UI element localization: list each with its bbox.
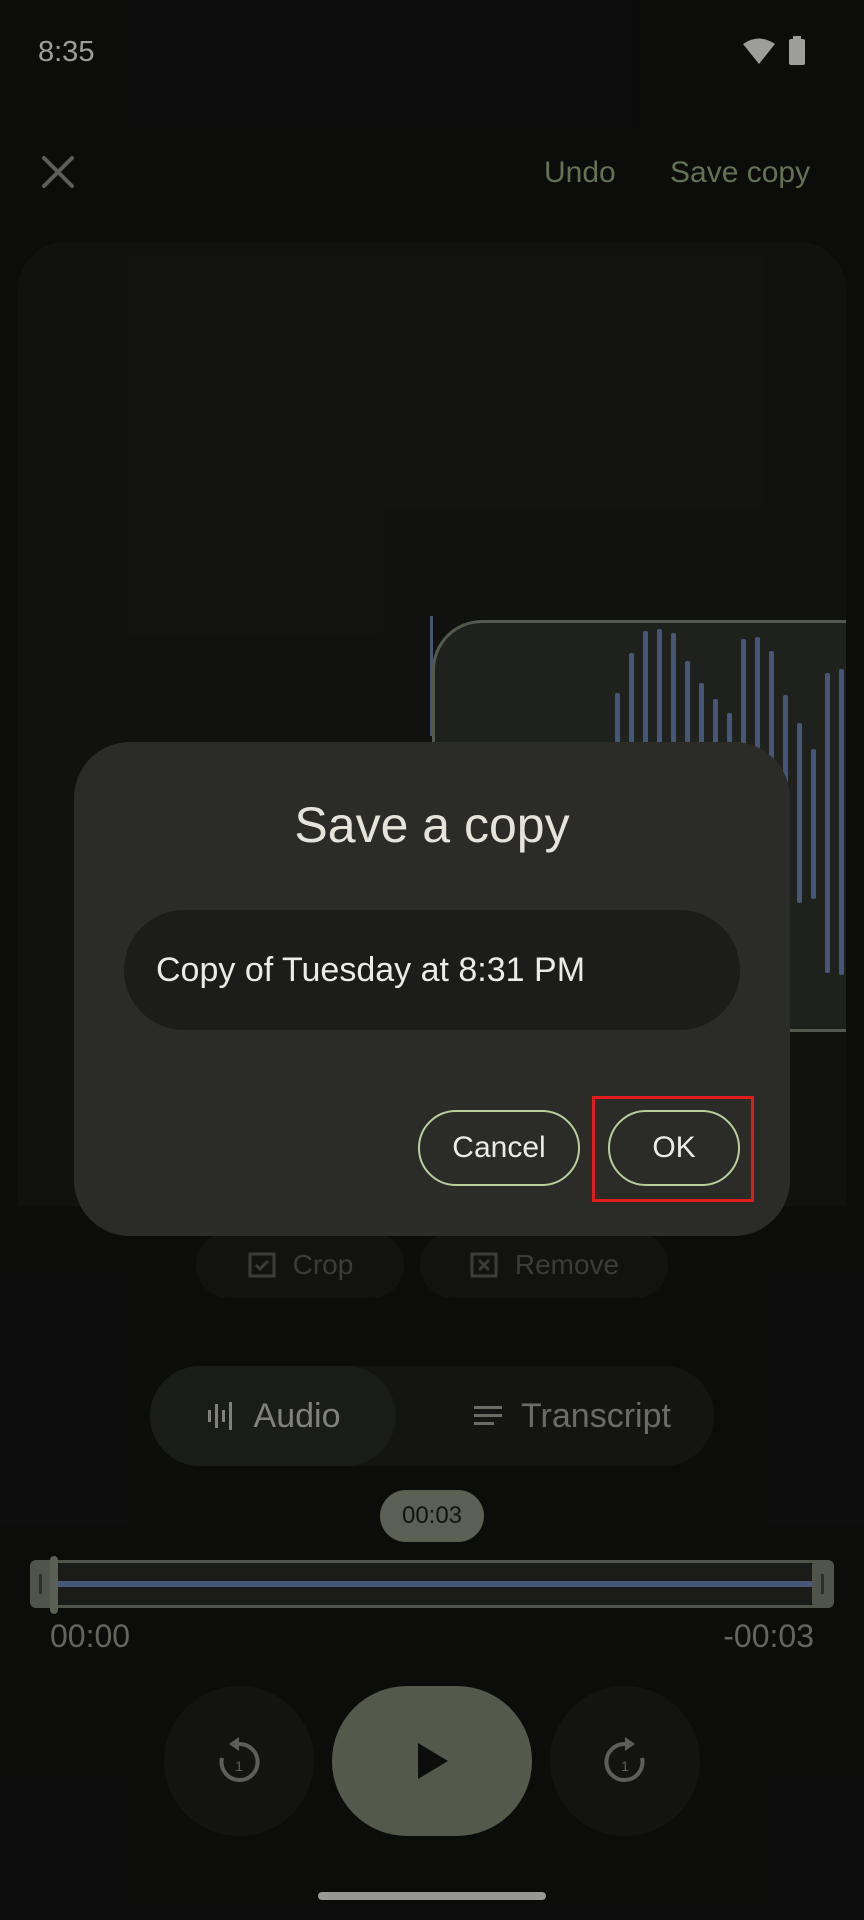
- dialog-title: Save a copy: [294, 797, 570, 853]
- copy-name-field[interactable]: [124, 910, 740, 1030]
- ok-highlight-box: [592, 1096, 754, 1202]
- cancel-button[interactable]: Cancel: [418, 1110, 580, 1186]
